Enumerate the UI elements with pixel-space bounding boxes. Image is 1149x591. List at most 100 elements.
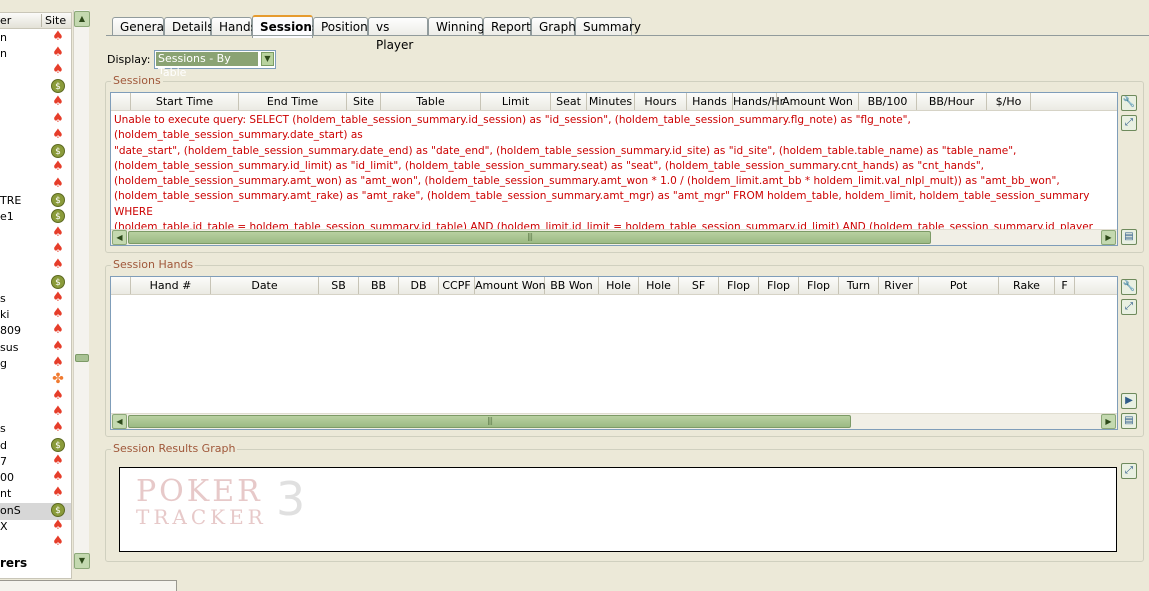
tab-divider [106,35,1149,36]
sessions-hscrollbar[interactable]: ◀ ||| ▶ [111,229,1117,245]
player-list: er Site n ♠ n ♠ ♠ $ ♠ ♠ ♠ $ ♠ ♠ TRE $ e1 $ ♠ ♠ ♠ $ s ♠ ki ♠ 809 ♠… [0,12,72,579]
player-row[interactable]: ♠ [0,62,71,80]
tab-general[interactable]: General [112,17,167,36]
wrench-icon[interactable]: 🔧 [1121,279,1137,295]
column-header[interactable]: Amount Won [777,93,859,110]
column-header[interactable]: Pot [919,277,999,294]
spade-icon: ♠ [52,518,64,533]
player-row[interactable]: d $ [0,437,71,455]
sessions-title: Sessions [111,74,163,87]
column-header[interactable]: Flop [759,277,799,294]
scroll-right-button[interactable]: ▶ [1101,414,1116,429]
column-header[interactable]: Start Time [131,93,239,110]
expand-icon[interactable]: ⤢ [1121,115,1137,131]
column-header[interactable]: BB/Hour [917,93,987,110]
scroll-left-button[interactable]: ◀ [112,230,127,245]
player-row[interactable]: s ♠ [0,421,71,438]
column-header[interactable]: Limit [481,93,551,110]
player-name: X [0,520,8,533]
display-select[interactable]: Sessions - By Table ▼ [154,50,276,79]
player-row[interactable]: ♠ [0,127,71,145]
column-header[interactable]: CCPF [439,277,475,294]
column-header[interactable]: Hands/Hr [733,93,784,110]
player-row[interactable]: ♠ [0,258,71,275]
chip-icon: $ [51,209,65,224]
spade-icon: ♠ [52,289,64,305]
scroll-thumb[interactable]: ||| [128,231,931,244]
scroll-left-button[interactable]: ◀ [112,414,127,429]
scroll-down-button[interactable]: ▼ [74,553,90,569]
tab-winnings[interactable]: Winnings [428,17,491,36]
column-header[interactable]: SB [319,277,359,294]
play-icon[interactable]: ▶ [1121,393,1137,409]
column-header[interactable]: Table [381,93,481,110]
expand-icon[interactable]: ⤢ [1121,299,1137,315]
chevron-down-icon[interactable]: ▼ [261,52,274,66]
column-header[interactable]: BB/100 [859,93,917,110]
player-name: 809 [0,324,21,338]
column-header[interactable]: River [879,277,919,294]
player-row[interactable]: ♠ [0,176,71,194]
column-header[interactable]: Site [347,93,381,110]
tab-graphs[interactable]: Graphs [531,17,582,36]
column-header[interactable]: Hole [639,277,679,294]
column-header[interactable]: Flop [719,277,759,294]
column-header-player[interactable]: er [0,14,11,27]
player-row[interactable]: nt ♠ [0,486,71,503]
column-header[interactable]: End Time [239,93,347,110]
column-header[interactable]: Date [211,277,319,294]
player-name: e1 [0,210,14,224]
player-row[interactable]: ✤ [0,372,71,389]
column-header[interactable]: DB [399,277,439,294]
column-header[interactable]: SF [679,277,719,294]
player-row[interactable]: TRE $ [0,193,71,210]
column-header[interactable]: Hole [599,277,639,294]
player-list-header: er Site [0,13,71,29]
column-header[interactable] [111,277,131,294]
player-row[interactable]: ♠ [0,95,71,112]
column-header[interactable]: Hours [635,93,687,110]
column-header[interactable]: Seat [551,93,587,110]
tab-details[interactable]: Details [164,17,214,36]
expand-icon[interactable]: ⤢ [1121,463,1137,479]
spade-icon: ♠ [52,387,64,403]
save-icon[interactable]: ▤ [1121,229,1137,245]
player-row[interactable]: e1 $ [0,209,71,226]
tab-reports[interactable]: Reports [483,17,537,36]
tab-summary[interactable]: Summary [575,17,641,36]
scroll-thumb[interactable] [75,354,89,362]
player-row[interactable]: ♠ [0,535,71,552]
player-row[interactable]: ♠ [0,160,71,177]
column-header[interactable]: Hands [687,93,733,110]
column-header-site[interactable]: Site [45,14,66,27]
column-header[interactable]: Hand # [131,277,211,294]
player-row[interactable]: 809 ♠ [0,323,71,340]
column-header[interactable]: $/Ho [987,93,1031,110]
scroll-thumb[interactable]: ||| [128,415,851,428]
session-hands-hscrollbar[interactable]: ◀ ||| ▶ [111,413,1117,429]
player-row[interactable]: $ [0,274,71,292]
tab-vs-player[interactable]: vs Player [368,17,428,52]
column-header[interactable]: Rake [999,277,1055,294]
player-name: s [0,422,6,436]
player-row[interactable]: ♠ [0,111,71,129]
player-list-scrollbar[interactable]: ▲ ▼ [73,10,90,569]
scroll-right-button[interactable]: ▶ [1101,230,1116,245]
wrench-icon[interactable]: 🔧 [1121,95,1137,111]
column-header[interactable]: Amount Won [475,277,546,294]
spade-icon: ♠ [52,159,64,175]
tab-hands[interactable]: Hands [211,17,257,36]
column-header[interactable]: Minutes [587,93,635,110]
session-hands-grid-header: Hand # Date SB BB DB CCPF Amount Won BB Won Hole… [111,277,1117,295]
scroll-up-button[interactable]: ▲ [74,11,90,27]
column-header[interactable]: BB [359,277,399,294]
column-header[interactable]: Flop [799,277,839,294]
column-header[interactable] [111,93,131,110]
save-icon[interactable]: ▤ [1121,413,1137,429]
tab-positions[interactable]: Positions [313,17,374,36]
player-row[interactable]: n ♠ [0,46,71,63]
column-header[interactable]: F [1055,277,1075,294]
column-header[interactable]: BB Won [545,277,599,294]
chip-icon: $ [51,274,65,289]
column-header[interactable]: Turn [839,277,879,294]
